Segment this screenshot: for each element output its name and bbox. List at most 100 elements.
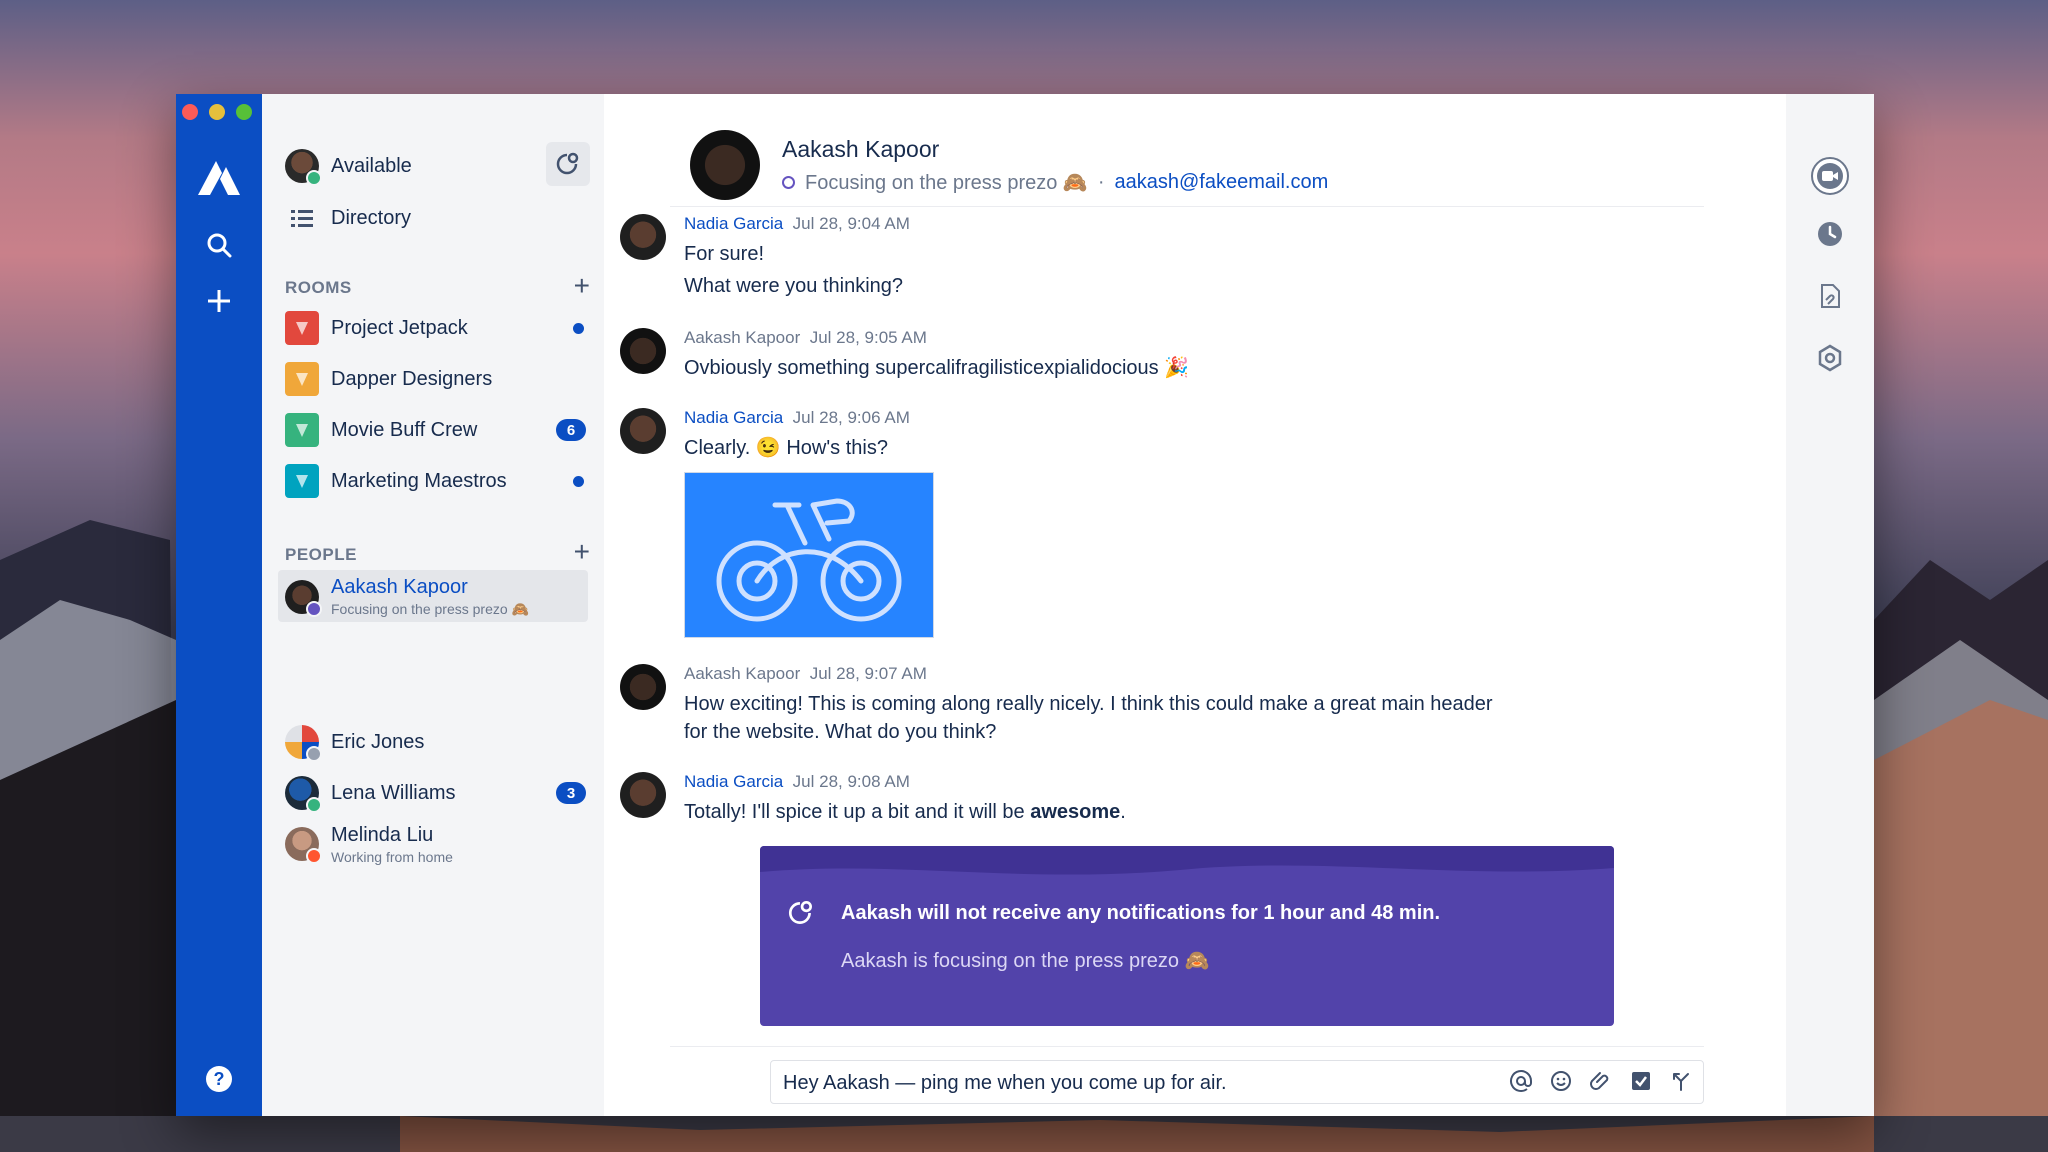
person-status-text: Working from home [331,848,453,865]
person-name: Lena Williams [331,781,456,804]
message-bold-text: awesome [1030,801,1121,823]
attachment-icon[interactable] [1589,1069,1613,1093]
message-header: Nadia Garcia Jul 28, 9:04 AM [684,214,910,234]
message-time: Jul 28, 9:05 AM [809,328,927,347]
avatar [285,827,322,864]
message-header: Aakash Kapoor Jul 28, 9:05 AM [684,328,1189,348]
message-text: For sure! [684,243,765,265]
room-item[interactable]: Movie Buff Crew 6 [285,408,590,452]
history-icon[interactable] [1786,220,1874,248]
composer-actions [1509,1069,1693,1093]
emoji-icon[interactable] [1549,1069,1573,1093]
add-person-button[interactable]: + [574,538,590,566]
video-call-icon[interactable] [1786,156,1874,196]
avatar [285,776,322,813]
message-text: for the website. What do you think? [684,721,997,743]
right-rail [1786,94,1874,1116]
task-icon[interactable] [1629,1069,1653,1093]
message: Nadia Garcia Jul 28, 9:06 AM Clearly. 😉 … [620,408,934,638]
app-window: ? Available Directory ROOMS + Project Je… [176,94,1874,1116]
room-icon [285,362,319,396]
avatar [620,408,666,454]
zoom-window-button[interactable] [236,104,252,120]
message: Nadia Garcia Jul 28, 9:04 AM For sure! W… [620,214,910,300]
add-room-button[interactable]: + [574,272,590,300]
email-link[interactable]: aakash@fakeemail.com [1115,171,1329,194]
my-avatar [285,149,322,186]
message-text: What were you thinking? [684,275,904,297]
room-item[interactable]: Marketing Maestros [285,459,590,503]
create-icon[interactable] [176,276,262,326]
status-selector[interactable]: Available [285,144,590,188]
avatar [620,664,666,710]
avatar [620,328,666,374]
message-header: Nadia Garcia Jul 28, 9:08 AM [684,772,1126,792]
avatar [620,214,666,260]
composer: Hey Aakash — ping me when you come up fo… [770,1060,1704,1104]
person-status-text: Focusing on the press prezo 🙈 [331,601,529,617]
room-icon [285,413,319,447]
minimize-window-button[interactable] [209,104,225,120]
room-icon [285,464,319,498]
avatar [285,725,322,762]
person-item[interactable]: Lena Williams 3 [285,770,590,816]
message-input[interactable]: Hey Aakash — ping me when you come up fo… [783,1072,1227,1095]
header-divider [670,206,1704,207]
message-author[interactable]: Aakash Kapoor [684,328,800,347]
bicycle-icon [716,498,902,622]
files-icon[interactable] [1786,282,1874,310]
room-name: Marketing Maestros [331,469,507,492]
banner-wave [760,846,1614,875]
message-text: How exciting! This is coming along reall… [684,693,1493,715]
person-name: Melinda Liu [331,823,434,846]
chat-partner-name: Aakash Kapoor [782,136,940,162]
focus-status-dot [782,176,795,189]
search-icon[interactable] [176,220,262,270]
decision-icon[interactable] [1669,1069,1693,1093]
message: Nadia Garcia Jul 28, 9:08 AM Totally! I'… [620,772,1126,826]
unread-dot [573,322,584,334]
rooms-section-title: ROOMS [285,278,352,297]
message-text-part: . [1120,801,1126,823]
message-time: Jul 28, 9:08 AM [792,772,910,791]
image-attachment[interactable] [684,472,934,638]
window-controls [182,104,252,120]
message-author[interactable]: Aakash Kapoor [684,664,800,683]
app-logo-icon[interactable] [176,144,262,210]
message-author[interactable]: Nadia Garcia [684,214,783,233]
sidebar: Available Directory ROOMS + Project Jetp… [262,94,604,1116]
room-name: Dapper Designers [331,367,493,390]
person-item[interactable]: Melinda Liu Working from home [285,818,590,870]
focus-banner-title: Aakash will not receive any notification… [841,902,1441,924]
directory-link[interactable]: Directory [285,196,590,240]
chat-partner-avatar [690,130,760,200]
message-author[interactable]: Nadia Garcia [684,408,783,427]
message: Aakash Kapoor Jul 28, 9:05 AM Ovbiously … [620,328,1189,382]
room-icon [285,311,319,345]
status-indicator [306,170,322,186]
room-item[interactable]: Project Jetpack [285,306,590,350]
person-item[interactable]: Aakash Kapoor Focusing on the press prez… [285,572,590,622]
person-name: Aakash Kapoor [331,576,468,598]
status-indicator [306,797,322,813]
focus-mode-button[interactable] [546,142,590,186]
separator: · [1097,171,1105,193]
person-item[interactable]: Eric Jones [285,719,590,765]
message-text-part: Totally! I'll spice it up a bit and it w… [684,801,1031,823]
avatar [285,580,322,617]
focus-banner-subtitle: Aakash is focusing on the press prezo 🙈 [841,950,1210,972]
close-window-button[interactable] [182,104,198,120]
message-time: Jul 28, 9:04 AM [792,214,910,233]
message-text: Totally! I'll spice it up a bit and it w… [684,798,1126,826]
message-header: Aakash Kapoor Jul 28, 9:07 AM [684,664,1493,684]
focus-banner: Aakash will not receive any notification… [760,846,1614,1026]
message-author[interactable]: Nadia Garcia [684,772,783,791]
unread-dot [573,475,584,487]
help-icon[interactable]: ? [176,1054,262,1104]
settings-icon[interactable] [1786,344,1874,372]
room-name: Movie Buff Crew [331,418,478,441]
mention-icon[interactable] [1509,1069,1533,1093]
status-indicator [306,746,322,762]
app-rail: ? [176,94,262,1116]
room-item[interactable]: Dapper Designers [285,357,590,401]
